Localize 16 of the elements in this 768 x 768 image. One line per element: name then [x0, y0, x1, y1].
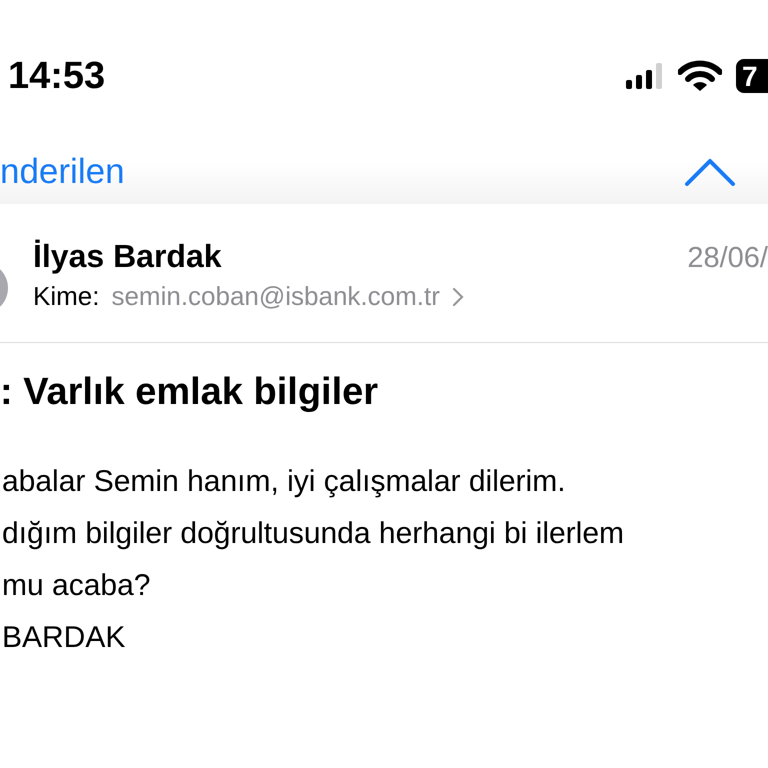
battery-icon: 7 [736, 59, 768, 93]
recipient-address[interactable]: semin.coban@isbank.com.tr [111, 281, 440, 312]
back-link[interactable]: nderilen [0, 152, 125, 192]
sender-name: İlyas Bardak [33, 238, 222, 275]
body-text: BARDAK [2, 620, 126, 656]
body-text: dığım bilgiler doğrultusunda herhangi bi ilerlem [2, 516, 626, 552]
chevron-right-icon[interactable] [452, 286, 464, 306]
wifi-icon [678, 60, 722, 92]
signal-icon [626, 62, 664, 90]
message-date: 28/06/ [687, 242, 768, 275]
body-text: mu acaba? [2, 568, 152, 604]
status-time: 14:53 [8, 54, 106, 98]
chevron-up-icon[interactable] [684, 157, 736, 187]
body-text: abalar Semin hanım, iyi çalışmalar dilerim. [2, 464, 567, 500]
recipient-label: Kime: [33, 281, 100, 312]
message-subject: : Varlık emlak bilgiler [0, 371, 380, 414]
